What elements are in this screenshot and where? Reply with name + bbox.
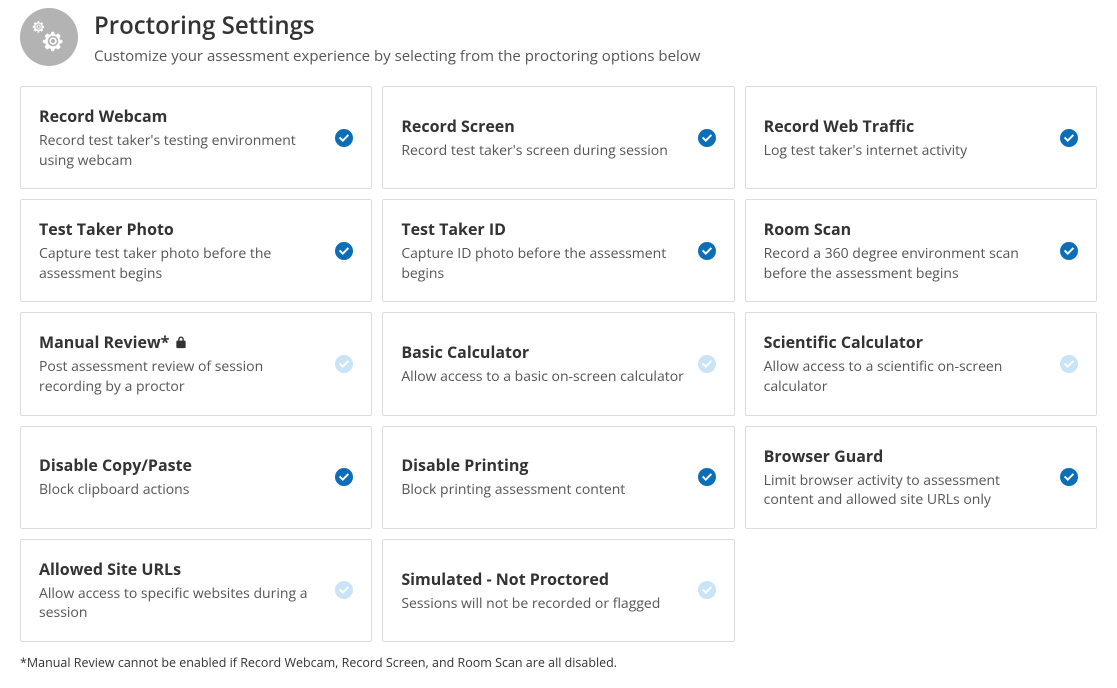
setting-card-disable-copy-paste[interactable]: Disable Copy/Paste Block clipboard action… bbox=[20, 426, 372, 529]
card-title: Test Taker ID bbox=[401, 218, 685, 240]
card-title: Disable Printing bbox=[401, 454, 685, 476]
card-description: Capture test taker photo before the asse… bbox=[39, 244, 323, 283]
card-description: Log test taker's internet activity bbox=[764, 141, 1048, 161]
setting-card-basic-calculator[interactable]: Basic Calculator Allow access to a basic … bbox=[382, 312, 734, 415]
card-title: Disable Copy/Paste bbox=[39, 454, 323, 476]
card-description: Limit browser activity to assessment con… bbox=[764, 471, 1048, 510]
footnote: *Manual Review cannot be enabled if Reco… bbox=[20, 654, 1097, 671]
settings-grid: Record Webcam Record test taker's testing… bbox=[20, 86, 1097, 642]
toggle-check-icon[interactable] bbox=[698, 242, 716, 260]
toggle-check-icon[interactable] bbox=[335, 242, 353, 260]
toggle-check-icon[interactable] bbox=[698, 355, 716, 373]
card-title: Allowed Site URLs bbox=[39, 558, 323, 580]
toggle-check-icon[interactable] bbox=[1060, 355, 1078, 373]
card-description: Block printing assessment content bbox=[401, 480, 685, 500]
setting-card-record-screen[interactable]: Record Screen Record test taker's screen … bbox=[382, 86, 734, 189]
toggle-check-icon[interactable] bbox=[335, 581, 353, 599]
setting-card-test-taker-photo[interactable]: Test Taker Photo Capture test taker photo… bbox=[20, 199, 372, 302]
card-description: Allow access to a scientific on-screen c… bbox=[764, 357, 1048, 396]
setting-card-test-taker-id[interactable]: Test Taker ID Capture ID photo before the… bbox=[382, 199, 734, 302]
toggle-check-icon[interactable] bbox=[1060, 129, 1078, 147]
card-title: Basic Calculator bbox=[401, 341, 685, 363]
toggle-check-icon[interactable] bbox=[335, 355, 353, 373]
card-title: Room Scan bbox=[764, 218, 1048, 240]
toggle-check-icon[interactable] bbox=[335, 468, 353, 486]
card-description: Allow access to specific websites during… bbox=[39, 584, 323, 623]
card-description: Allow access to a basic on-screen calcul… bbox=[401, 367, 685, 387]
card-description: Post assessment review of session record… bbox=[39, 357, 323, 396]
card-description: Record test taker's screen during sessio… bbox=[401, 141, 685, 161]
page-subtitle: Customize your assessment experience by … bbox=[94, 46, 700, 66]
setting-card-allowed-site-urls[interactable]: Allowed Site URLs Allow access to specifi… bbox=[20, 539, 372, 642]
gears-icon bbox=[20, 8, 78, 66]
card-title: Test Taker Photo bbox=[39, 218, 323, 240]
card-description: Record test taker's testing environment … bbox=[39, 131, 323, 170]
toggle-check-icon[interactable] bbox=[698, 129, 716, 147]
setting-card-record-web-traffic[interactable]: Record Web Traffic Log test taker's inter… bbox=[745, 86, 1097, 189]
card-description: Block clipboard actions bbox=[39, 480, 323, 500]
card-title: Record Web Traffic bbox=[764, 115, 1048, 137]
setting-card-simulated-not-proctored[interactable]: Simulated - Not Proctored Sessions will n… bbox=[382, 539, 734, 642]
setting-card-manual-review[interactable]: Manual Review* Post assessment review of … bbox=[20, 312, 372, 415]
page-header: Proctoring Settings Customize your asses… bbox=[20, 0, 1097, 86]
card-description: Record a 360 degree environment scan bef… bbox=[764, 244, 1048, 283]
card-title: Record Webcam bbox=[39, 105, 323, 127]
card-title: Simulated - Not Proctored bbox=[401, 568, 685, 590]
toggle-check-icon[interactable] bbox=[335, 129, 353, 147]
card-title: Browser Guard bbox=[764, 445, 1048, 467]
card-title: Scientific Calculator bbox=[764, 331, 1048, 353]
toggle-check-icon[interactable] bbox=[1060, 468, 1078, 486]
setting-card-record-webcam[interactable]: Record Webcam Record test taker's testing… bbox=[20, 86, 372, 189]
card-description: Sessions will not be recorded or flagged bbox=[401, 594, 685, 614]
setting-card-disable-printing[interactable]: Disable Printing Block printing assessmen… bbox=[382, 426, 734, 529]
toggle-check-icon[interactable] bbox=[698, 468, 716, 486]
card-description: Capture ID photo before the assessment b… bbox=[401, 244, 685, 283]
setting-card-room-scan[interactable]: Room Scan Record a 360 degree environment… bbox=[745, 199, 1097, 302]
page-title: Proctoring Settings bbox=[94, 9, 700, 42]
setting-card-browser-guard[interactable]: Browser Guard Limit browser activity to a… bbox=[745, 426, 1097, 529]
toggle-check-icon[interactable] bbox=[1060, 242, 1078, 260]
toggle-check-icon[interactable] bbox=[698, 581, 716, 599]
card-title: Manual Review* bbox=[39, 331, 323, 353]
setting-card-scientific-calculator[interactable]: Scientific Calculator Allow access to a s… bbox=[745, 312, 1097, 415]
lock-icon bbox=[175, 336, 187, 349]
card-title: Record Screen bbox=[401, 115, 685, 137]
